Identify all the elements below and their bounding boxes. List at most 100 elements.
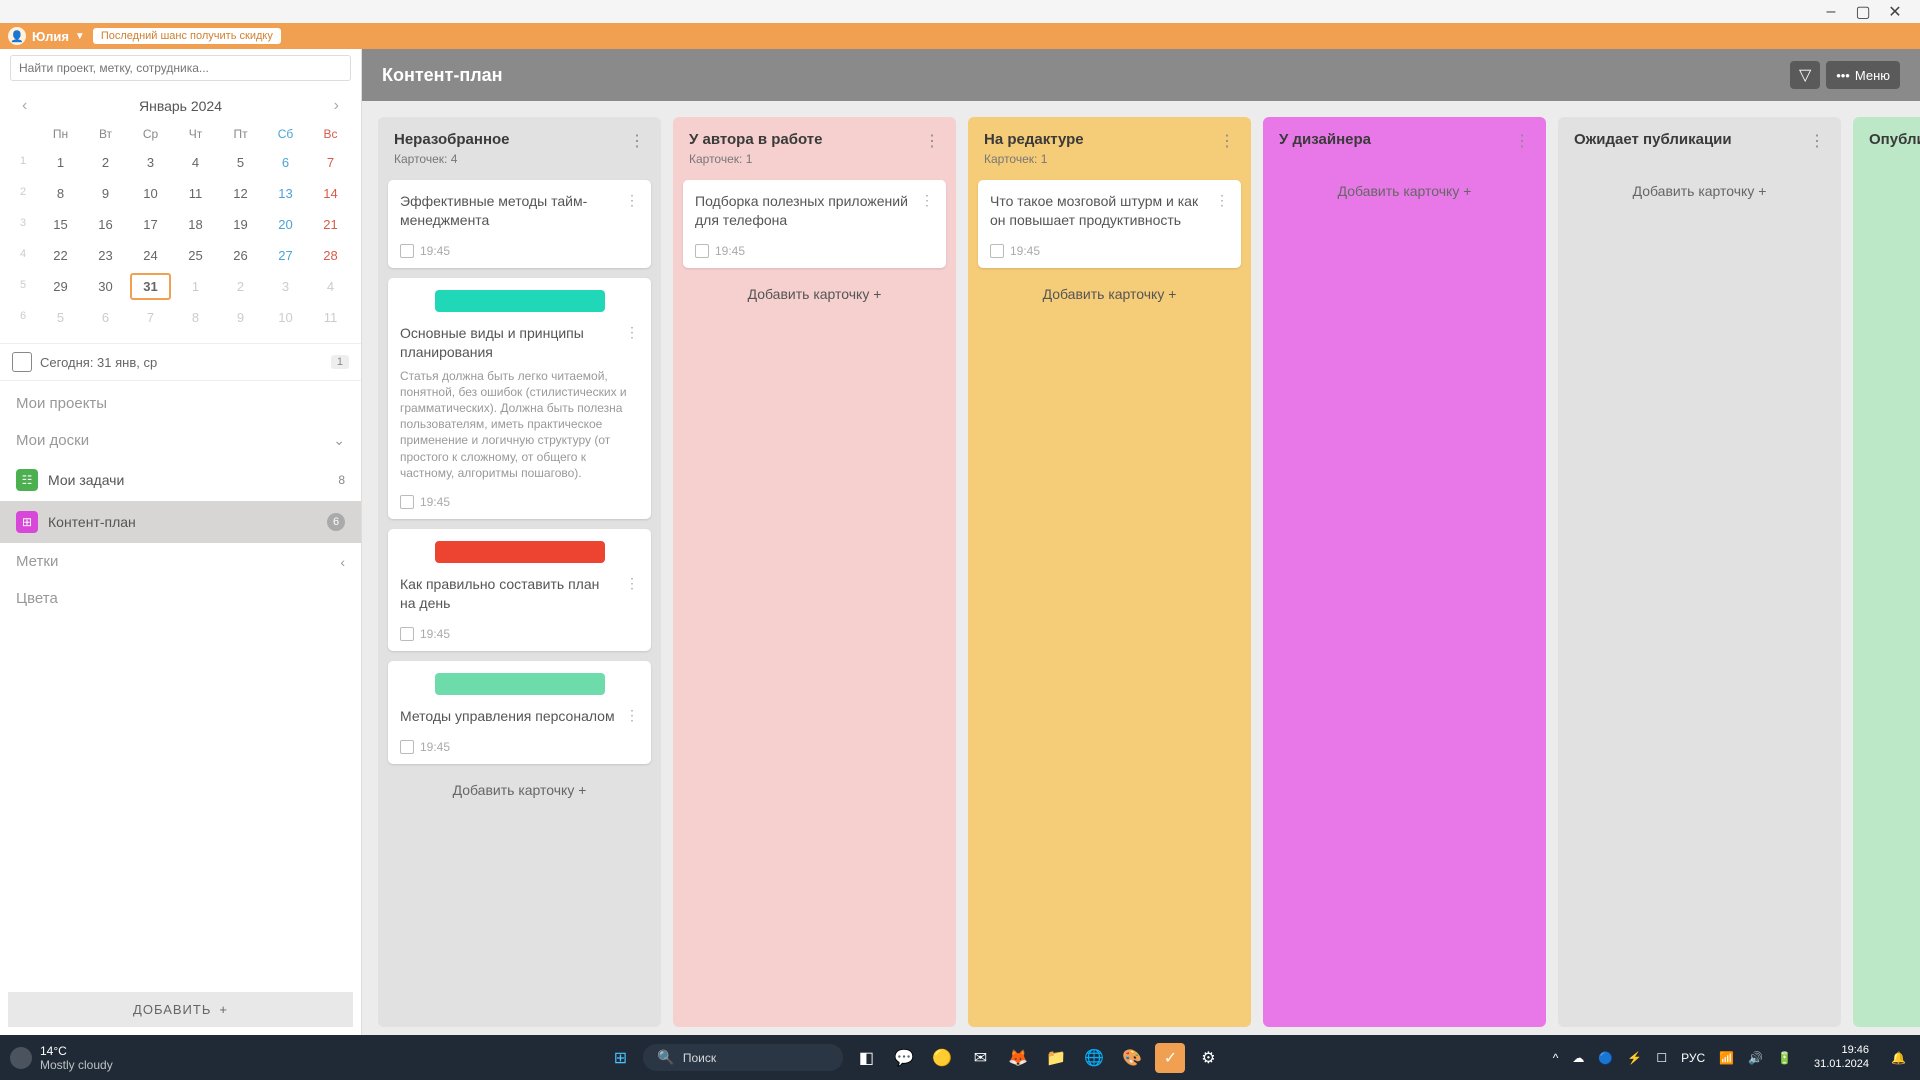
firefox-icon[interactable]: 🦊 [1003,1043,1033,1073]
board-card[interactable]: Основные виды и принципы планирования⋮Ст… [388,278,651,519]
calendar-day[interactable]: 25 [173,240,218,271]
window-close-icon[interactable]: ✕ [1888,5,1902,19]
tray-icon[interactable]: ☐ [1656,1051,1667,1065]
calendar-day[interactable]: 17 [128,209,173,240]
explorer-icon[interactable]: 📁 [1041,1043,1071,1073]
calendar-day[interactable]: 5 [38,302,83,333]
yandex-icon[interactable]: 🟡 [927,1043,957,1073]
calendar-day[interactable]: 29 [38,271,83,302]
app3-icon[interactable]: ✓ [1155,1043,1185,1073]
calendar-day[interactable]: 2 [218,271,263,302]
start-icon[interactable]: ⊞ [605,1043,635,1073]
calendar-day[interactable]: 14 [308,178,353,209]
calendar-day[interactable]: 19 [218,209,263,240]
mail-icon[interactable]: ✉ [965,1043,995,1073]
calendar-day[interactable]: 21 [308,209,353,240]
taskbar-weather[interactable]: 14°C Mostly cloudy [0,1044,290,1072]
promo-badge[interactable]: Последний шанс получить скидку [93,28,281,44]
calendar-day[interactable]: 4 [308,271,353,302]
calendar-day[interactable]: 1 [173,271,218,302]
add-button[interactable]: ДОБАВИТЬ + [8,992,353,1027]
card-menu-icon[interactable]: ⋮ [625,192,639,230]
tray-icon[interactable]: 🔵 [1598,1051,1613,1065]
calendar-day[interactable]: 10 [263,302,308,333]
add-card-button[interactable]: Добавить карточку + [388,768,651,812]
today-row[interactable]: Сегодня: 31 янв, ср 1 [0,343,361,381]
card-menu-icon[interactable]: ⋮ [625,575,639,613]
calendar-day[interactable]: 4 [173,147,218,178]
card-menu-icon[interactable]: ⋮ [625,324,639,362]
sidebar-item-my-tasks[interactable]: ☷ Мои задачи 8 [0,459,361,501]
calendar-day[interactable]: 6 [263,147,308,178]
calendar-day[interactable]: 13 [263,178,308,209]
calendar-day[interactable]: 3 [128,147,173,178]
language-indicator[interactable]: РУС [1681,1051,1705,1065]
app2-icon[interactable]: 🎨 [1117,1043,1147,1073]
section-my-projects[interactable]: Мои проекты [0,381,361,422]
calendar-day[interactable]: 10 [128,178,173,209]
calendar-next-icon[interactable]: › [334,97,339,115]
calendar-day[interactable]: 26 [218,240,263,271]
calendar-day[interactable]: 20 [263,209,308,240]
board-card[interactable]: Что такое мозговой штурм и как он повыша… [978,180,1241,268]
user-menu[interactable]: 👤 Юлия ▼ [8,27,85,45]
card-menu-icon[interactable]: ⋮ [920,192,934,230]
card-menu-icon[interactable]: ⋮ [1215,192,1229,230]
board-card[interactable]: Эффективные методы тайм-менеджмента⋮19:4… [388,180,651,268]
taskview-icon[interactable]: ◧ [851,1043,881,1073]
notifications-icon[interactable]: 🔔 [1891,1051,1906,1065]
add-card-button[interactable]: Добавить карточку + [683,272,946,316]
add-card-button[interactable]: Добавить карточку + [1568,169,1831,213]
tray-icon[interactable]: ⚡ [1627,1051,1642,1065]
column-menu-icon[interactable]: ⋮ [1219,131,1235,151]
tray-icon[interactable]: ☁ [1572,1051,1584,1065]
window-maximize-icon[interactable]: ▢ [1856,5,1870,19]
battery-icon[interactable]: 🔋 [1777,1051,1792,1065]
calendar-day[interactable]: 11 [308,302,353,333]
calendar-day[interactable]: 6 [83,302,128,333]
filter-button[interactable]: ▽ [1790,61,1820,89]
board-menu-button[interactable]: ••• Меню [1826,61,1900,89]
section-labels[interactable]: Метки ‹ [0,543,361,580]
taskbar-search[interactable]: 🔍 Поиск [643,1044,843,1071]
calendar-day[interactable]: 27 [263,240,308,271]
wifi-icon[interactable]: 📶 [1719,1051,1734,1065]
calendar-day[interactable]: 7 [128,302,173,333]
add-card-button[interactable]: Добавить карточку + [1863,169,1920,213]
column-menu-icon[interactable]: ⋮ [1514,131,1530,151]
calendar-day[interactable]: 1 [38,147,83,178]
settings-icon[interactable]: ⚙ [1193,1043,1223,1073]
calendar-day[interactable]: 2 [83,147,128,178]
board-body[interactable]: НеразобранноеКарточек: 4⋮Эффективные мет… [362,101,1920,1035]
card-menu-icon[interactable]: ⋮ [625,707,639,726]
add-card-button[interactable]: Добавить карточку + [1273,169,1536,213]
volume-icon[interactable]: 🔊 [1748,1051,1763,1065]
calendar-day[interactable]: 31 [128,271,173,302]
calendar-day[interactable]: 24 [128,240,173,271]
calendar-day[interactable]: 8 [38,178,83,209]
calendar-day[interactable]: 8 [173,302,218,333]
calendar-day[interactable]: 5 [218,147,263,178]
calendar-day[interactable]: 3 [263,271,308,302]
calendar-day[interactable]: 16 [83,209,128,240]
calendar-day[interactable]: 7 [308,147,353,178]
taskbar-clock[interactable]: 19:46 31.01.2024 [1806,1044,1877,1070]
search-input[interactable] [10,55,351,81]
calendar-day[interactable]: 12 [218,178,263,209]
calendar-day[interactable]: 11 [173,178,218,209]
system-tray[interactable]: ^ ☁ 🔵 ⚡ ☐ РУС 📶 🔊 🔋 19:46 31.01.2024 🔔 [1539,1044,1920,1070]
column-menu-icon[interactable]: ⋮ [924,131,940,151]
column-menu-icon[interactable]: ⋮ [629,131,645,151]
calendar-prev-icon[interactable]: ‹ [22,97,27,115]
section-my-boards[interactable]: Мои доски ⌄ [0,422,361,459]
sidebar-item-content-plan[interactable]: ⊞ Контент-план 6 [0,501,361,543]
chrome-icon[interactable]: 🌐 [1079,1043,1109,1073]
calendar-day[interactable]: 22 [38,240,83,271]
calendar-day[interactable]: 9 [218,302,263,333]
tray-chevron-icon[interactable]: ^ [1553,1051,1559,1065]
add-card-button[interactable]: Добавить карточку + [978,272,1241,316]
calendar-day[interactable]: 30 [83,271,128,302]
calendar-day[interactable]: 9 [83,178,128,209]
window-minimize-icon[interactable]: – [1824,5,1838,19]
column-menu-icon[interactable]: ⋮ [1809,131,1825,151]
